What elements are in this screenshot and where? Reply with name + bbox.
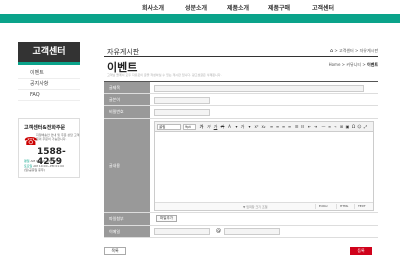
sidebar-title-underline — [18, 62, 80, 65]
breadcrumb: ⌂ > 고객센터 > 자유게시판 — [329, 48, 378, 54]
support-heading: 고객센터&전화주문 — [24, 125, 66, 131]
row-attachment: 파일첨부 파일추가 — [104, 213, 378, 226]
row-password: 비밀번호 — [104, 106, 378, 119]
mode-tab-text[interactable]: TEXT — [354, 204, 366, 209]
password-input[interactable] — [154, 109, 210, 116]
chevron-down-icon[interactable]: ▾ — [247, 124, 252, 130]
home-icon[interactable]: ⌂ — [330, 48, 333, 54]
horizontal-rule-icon[interactable]: — — [321, 124, 326, 130]
unordered-list-icon[interactable]: ☷ — [300, 124, 305, 130]
editor-toolbar: 굴림 9pt 가 가 가 가 A ▾ 가 ▾ x² x₂ ≡ ≡ ≡ ≡ ☰ ☷… — [155, 122, 373, 132]
nav-item-customer-center[interactable]: 고객센터 — [312, 3, 334, 12]
top-nav: 회사소개 성분소개 제품소개 제품구매 고객센터 — [0, 0, 400, 14]
unlink-icon[interactable]: ⌁ — [333, 124, 338, 130]
resize-handle[interactable]: ▼ 입력창 크기 조절 — [243, 205, 268, 209]
sidebar-item-notice[interactable]: 공지사항 — [18, 79, 80, 90]
list-button[interactable]: 목록 — [104, 247, 126, 255]
align-left-icon[interactable]: ≡ — [269, 124, 274, 130]
mode-tab-editor[interactable]: Editor — [315, 204, 328, 209]
nav-item-purchase[interactable]: 제품구매 — [268, 3, 290, 12]
hours-value: (일/공휴일 휴무) — [24, 168, 45, 172]
row-content: 글내용 굴림 9pt 가 가 가 가 A ▾ 가 ▾ x² x₂ ≡ ≡ ≡ ≡… — [104, 119, 378, 213]
nav-item-company[interactable]: 회사소개 — [142, 3, 164, 12]
link-icon[interactable]: ∞ — [327, 124, 332, 130]
font-select[interactable]: 굴림 — [157, 124, 181, 130]
underline-icon[interactable]: 가 — [213, 124, 218, 130]
email-domain-input[interactable] — [224, 228, 280, 235]
hours-label: 토요일 — [24, 163, 33, 168]
align-right-icon[interactable]: ≡ — [281, 124, 286, 130]
nav-item-ingredients[interactable]: 성분소개 — [185, 3, 207, 12]
sidebar-menu: 이벤트 공지사항 FAQ — [18, 68, 80, 101]
add-file-button[interactable]: 파일추가 — [156, 215, 177, 222]
fullscreen-icon[interactable]: ⤢ — [363, 124, 368, 130]
title-input[interactable] — [154, 85, 364, 92]
breadcrumb-item[interactable]: 고객센터 — [339, 48, 354, 53]
font-color-icon[interactable]: A — [227, 124, 232, 130]
rich-text-editor[interactable]: 굴림 9pt 가 가 가 가 A ▾ 가 ▾ x² x₂ ≡ ≡ ≡ ≡ ☰ ☷… — [154, 121, 374, 211]
breadcrumb-secondary: Home > 커뮤니티 > 이벤트 — [328, 62, 378, 67]
highlight-icon[interactable]: 가 — [240, 124, 245, 130]
submit-button[interactable]: 등록 — [350, 247, 372, 255]
writer-input[interactable] — [154, 97, 210, 104]
chevron-down-icon[interactable]: ▾ — [234, 124, 239, 130]
password-label: 비밀번호 — [104, 106, 150, 118]
row-email: 이메일 @ — [104, 226, 378, 238]
page-description: 고객님 들께서 모두 자유로이 글을 작성하실 수 있는 게시판 입니다. 광고… — [107, 73, 222, 77]
support-description: 지정배송안 안내 및 주문 상담 고객문의 주문이 가능합니다. — [36, 133, 80, 141]
email-at-sign: @ — [216, 228, 221, 234]
breadcrumb-item[interactable]: 자유게시판 — [360, 48, 378, 53]
sidebar-item-faq[interactable]: FAQ — [18, 90, 80, 101]
email-id-input[interactable] — [154, 228, 210, 235]
align-justify-icon[interactable]: ≡ — [287, 124, 292, 130]
email-label: 이메일 — [104, 226, 150, 237]
italic-icon[interactable]: 가 — [206, 124, 211, 130]
nav-item-products[interactable]: 제품소개 — [227, 3, 249, 12]
special-char-icon[interactable]: Ω — [351, 124, 356, 130]
hours-value: AM 10:00~PM 01:00 — [33, 163, 64, 168]
writer-label: 글쓴이 — [104, 94, 150, 105]
content-label: 글내용 — [104, 119, 150, 212]
header-divider — [104, 56, 378, 57]
breadcrumb-current: 이벤트 — [366, 62, 378, 67]
header-accent-bar — [0, 14, 400, 23]
bold-icon[interactable]: 가 — [199, 124, 204, 130]
hours-value: AM 09:00~PM 06:00 — [30, 159, 62, 163]
table-icon[interactable]: ⊞ — [339, 124, 344, 130]
font-size-select[interactable]: 9pt — [183, 124, 196, 130]
sidebar-title: 고객센터 — [18, 42, 80, 62]
support-hours: 평일 AM 09:00~PM 06:00 토요일 AM 10:00~PM 01:… — [24, 159, 79, 173]
row-title: 글제목 — [104, 82, 378, 94]
breadcrumb-item[interactable]: 커뮤니티 — [346, 62, 361, 67]
superscript-icon[interactable]: x² — [254, 124, 259, 130]
ordered-list-icon[interactable]: ☰ — [294, 124, 299, 130]
sidebar-item-event[interactable]: 이벤트 — [18, 68, 80, 79]
align-center-icon[interactable]: ≡ — [275, 124, 280, 130]
support-box: 고객센터&전화주문 ☎ 지정배송안 안내 및 주문 상담 고객문의 주문이 가능… — [18, 118, 80, 178]
strikethrough-icon[interactable]: 가 — [220, 124, 225, 130]
hours-label: 평일 — [24, 159, 30, 163]
subscript-icon[interactable]: x₂ — [261, 124, 266, 130]
phone-icon: ☎ — [24, 135, 38, 148]
title-label: 글제목 — [104, 82, 150, 93]
row-writer: 글쓴이 — [104, 94, 378, 106]
image-icon[interactable]: ▣ — [345, 124, 350, 130]
outdent-icon[interactable]: ⇤ — [307, 124, 312, 130]
emoticon-icon[interactable]: ☺ — [357, 124, 362, 130]
editor-footer: ▼ 입력창 크기 조절 Editor HTML TEXT — [155, 202, 373, 210]
write-form: 글제목 글쓴이 비밀번호 글내용 굴림 9pt 가 가 가 가 A ▾ 가 ▾ … — [104, 81, 378, 241]
breadcrumb-item[interactable]: Home — [329, 62, 341, 67]
indent-icon[interactable]: ⇥ — [313, 124, 318, 130]
mode-tab-html[interactable]: HTML — [336, 204, 348, 209]
attachment-label: 파일첨부 — [104, 213, 150, 225]
